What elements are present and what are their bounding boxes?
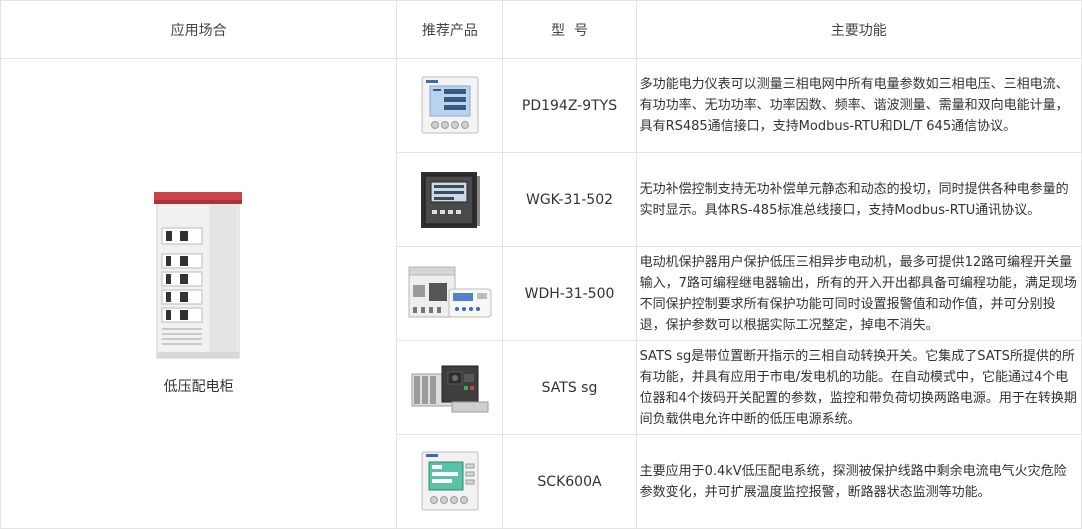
table-header-row: 应用场合 推荐产品 型 号 主要功能 [0,0,1082,59]
product-description: 主要应用于0.4kV低压配电系统，探测被保护线路中剩余电流电气火灾危险参数变化，… [635,434,1082,529]
product-image-cell [396,246,504,341]
product-image-cell [396,152,504,247]
transfer-switch-icon [411,365,489,412]
product-model: WDH-31-500 [502,246,637,341]
header-model: 型 号 [502,0,637,59]
application-cell: 低压配电柜 [0,58,398,529]
product-image-cell [396,58,504,153]
motor-protector-icon [408,266,492,317]
product-description: 多功能电力仪表可以测量三相电网中所有电量参数如三相电压、三相电流、有功功率、无功… [635,58,1082,153]
product-image-cell [396,340,504,435]
header-product: 推荐产品 [396,0,504,59]
product-model: SATS sg [502,340,637,435]
product-model: PD194Z-9TYS [502,58,637,153]
application-label: 低压配电柜 [163,378,234,395]
reactive-compensation-controller-icon [420,171,480,228]
power-meter-icon [421,76,479,133]
header-application: 应用场合 [0,0,398,59]
residual-current-monitor-icon [421,451,479,510]
product-description: SATS sg是带位置断开指示的三相自动转换开关。它集成了SATS所提供的所有功… [635,340,1082,435]
product-table: 应用场合 推荐产品 型 号 主要功能 低压配电柜 PD194Z-9TYS 多功能… [0,0,1082,529]
product-model: WGK-31-502 [502,152,637,247]
table-row: 低压配电柜 PD194Z-9TYS 多功能电力仪表可以测量三相电网中所有电量参数… [0,58,1082,529]
product-model: SCK600A [502,434,637,529]
switchgear-cabinet-icon [153,191,242,358]
header-function: 主要功能 [635,0,1082,59]
product-image-cell [396,434,504,529]
product-description: 无功补偿控制支持无功补偿单元静态和动态的投切，同时提供各种电参量的实时显示。具体… [635,152,1082,247]
product-description: 电动机保护器用户保护低压三相异步电动机，最多可提供12路可编程开关量输入，7路可… [635,246,1082,341]
